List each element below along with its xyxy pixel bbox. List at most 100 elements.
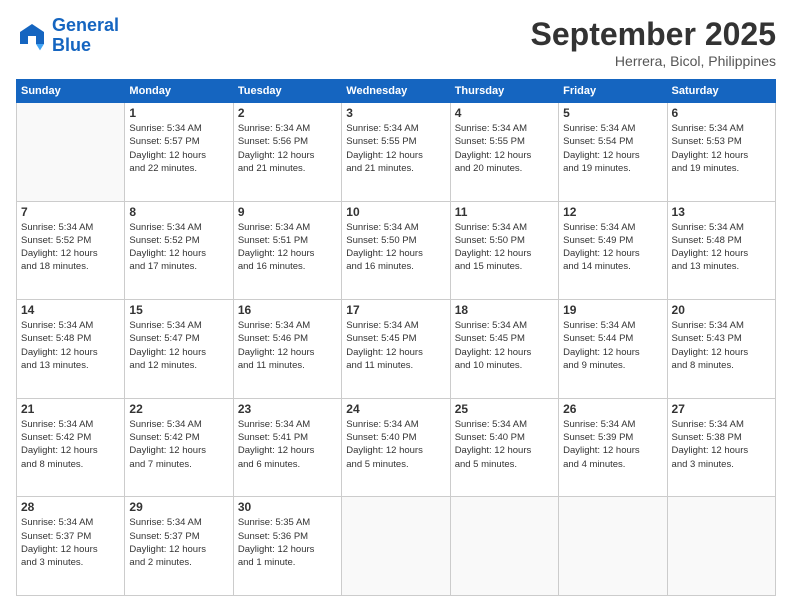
page: General Blue September 2025 Herrera, Bic… bbox=[0, 0, 792, 612]
day-info: Sunrise: 5:34 AM Sunset: 5:41 PM Dayligh… bbox=[238, 418, 337, 471]
calendar-cell: 29 Sunrise: 5:34 AM Sunset: 5:37 PM Dayli… bbox=[125, 497, 233, 596]
day-number: 19 bbox=[563, 303, 662, 317]
main-title: September 2025 bbox=[531, 16, 776, 53]
calendar-cell: 19 Sunrise: 5:34 AM Sunset: 5:44 PM Dayli… bbox=[559, 300, 667, 399]
day-info: Sunrise: 5:34 AM Sunset: 5:46 PM Dayligh… bbox=[238, 319, 337, 372]
calendar-cell bbox=[17, 103, 125, 202]
day-info: Sunrise: 5:34 AM Sunset: 5:40 PM Dayligh… bbox=[455, 418, 554, 471]
calendar-cell: 28Sunrise: 5:34 AM Sunset: 5:37 PM Dayli… bbox=[17, 497, 125, 596]
calendar-cell: 10Sunrise: 5:34 AM Sunset: 5:50 PM Dayli… bbox=[342, 201, 450, 300]
day-info: Sunrise: 5:34 AM Sunset: 5:49 PM Dayligh… bbox=[563, 221, 662, 274]
day-info: Sunrise: 5:34 AM Sunset: 5:40 PM Dayligh… bbox=[346, 418, 445, 471]
day-number: 27 bbox=[672, 402, 771, 416]
calendar-cell: 26 Sunrise: 5:34 AM Sunset: 5:39 PM Dayli… bbox=[559, 398, 667, 497]
day-info: Sunrise: 5:34 AM Sunset: 5:38 PM Dayligh… bbox=[672, 418, 771, 471]
day-number: 25 bbox=[455, 402, 554, 416]
day-number: 28 bbox=[21, 500, 120, 514]
calendar-week-5: 28 Sunrise: 5:34 AM Sunset: 5:37 PM Dayli… bbox=[17, 497, 776, 596]
calendar-cell: 6Sunrise: 5:34 AM Sunset: 5:53 PM Daylig… bbox=[667, 103, 775, 202]
day-info: Sunrise: 5:34 AM Sunset: 5:50 PM Dayligh… bbox=[455, 221, 554, 274]
day-number: 20 bbox=[672, 303, 771, 317]
day-number: 2 bbox=[238, 106, 337, 120]
calendar-week-3: 14 Sunrise: 5:34 AM Sunset: 5:48 PM Dayli… bbox=[17, 300, 776, 399]
day-number: 7 bbox=[21, 205, 120, 219]
logo-text: General Blue bbox=[52, 16, 119, 56]
day-number: 30 bbox=[238, 500, 337, 514]
day-number: 24 bbox=[346, 402, 445, 416]
day-info: Sunrise: 5:34 AM Sunset: 5:39 PM Dayligh… bbox=[563, 418, 662, 471]
day-info: Sunrise: 5:34 AM Sunset: 5:37 PM Dayligh… bbox=[129, 516, 228, 569]
day-info: Sunrise: 5:34 AM Sunset: 5:48 PM Dayligh… bbox=[21, 319, 120, 372]
day-info: Sunrise: 5:34 AM Sunset: 5:42 PM Dayligh… bbox=[129, 418, 228, 471]
day-number: 16 bbox=[238, 303, 337, 317]
day-number: 5 bbox=[563, 106, 662, 120]
calendar-cell: 24 Sunrise: 5:34 AM Sunset: 5:40 PM Dayli… bbox=[342, 398, 450, 497]
calendar-header-sunday: Sunday bbox=[17, 80, 125, 103]
calendar-cell bbox=[667, 497, 775, 596]
calendar-cell: 5 Sunrise: 5:34 AM Sunset: 5:54 PM Daylig… bbox=[559, 103, 667, 202]
day-info: Sunrise: 5:34 AM Sunset: 5:43 PM Dayligh… bbox=[672, 319, 771, 372]
title-block: September 2025 Herrera, Bicol, Philippin… bbox=[531, 16, 776, 69]
calendar-cell: 13Sunrise: 5:34 AM Sunset: 5:48 PM Dayli… bbox=[667, 201, 775, 300]
day-number: 22 bbox=[129, 402, 228, 416]
calendar-cell: 15 Sunrise: 5:34 AM Sunset: 5:47 PM Dayli… bbox=[125, 300, 233, 399]
logo-icon bbox=[16, 20, 48, 52]
calendar-cell: 8 Sunrise: 5:34 AM Sunset: 5:52 PM Daylig… bbox=[125, 201, 233, 300]
calendar-header-friday: Friday bbox=[559, 80, 667, 103]
day-number: 14 bbox=[21, 303, 120, 317]
day-number: 23 bbox=[238, 402, 337, 416]
calendar-cell: 12 Sunrise: 5:34 AM Sunset: 5:49 PM Dayli… bbox=[559, 201, 667, 300]
day-number: 12 bbox=[563, 205, 662, 219]
day-info: Sunrise: 5:34 AM Sunset: 5:50 PM Dayligh… bbox=[346, 221, 445, 274]
calendar-header-thursday: Thursday bbox=[450, 80, 558, 103]
calendar-cell bbox=[450, 497, 558, 596]
calendar-week-2: 7 Sunrise: 5:34 AM Sunset: 5:52 PM Daylig… bbox=[17, 201, 776, 300]
day-number: 4 bbox=[455, 106, 554, 120]
day-number: 11 bbox=[455, 205, 554, 219]
day-number: 18 bbox=[455, 303, 554, 317]
calendar-cell: 14 Sunrise: 5:34 AM Sunset: 5:48 PM Dayli… bbox=[17, 300, 125, 399]
calendar-header-tuesday: Tuesday bbox=[233, 80, 341, 103]
day-number: 17 bbox=[346, 303, 445, 317]
day-info: Sunrise: 5:34 AM Sunset: 5:55 PM Dayligh… bbox=[346, 122, 445, 175]
calendar-cell: 25 Sunrise: 5:34 AM Sunset: 5:40 PM Dayli… bbox=[450, 398, 558, 497]
calendar-cell: 22 Sunrise: 5:34 AM Sunset: 5:42 PM Dayli… bbox=[125, 398, 233, 497]
calendar-header-wednesday: Wednesday bbox=[342, 80, 450, 103]
calendar-cell bbox=[342, 497, 450, 596]
day-info: Sunrise: 5:34 AM Sunset: 5:42 PM Dayligh… bbox=[21, 418, 120, 471]
calendar-cell: 18Sunrise: 5:34 AM Sunset: 5:45 PM Dayli… bbox=[450, 300, 558, 399]
day-info: Sunrise: 5:34 AM Sunset: 5:47 PM Dayligh… bbox=[129, 319, 228, 372]
day-number: 21 bbox=[21, 402, 120, 416]
calendar-cell: 21 Sunrise: 5:34 AM Sunset: 5:42 PM Dayli… bbox=[17, 398, 125, 497]
calendar-cell: 27 Sunrise: 5:34 AM Sunset: 5:38 PM Dayli… bbox=[667, 398, 775, 497]
calendar-header-row: SundayMondayTuesdayWednesdayThursdayFrid… bbox=[17, 80, 776, 103]
calendar-cell: 23 Sunrise: 5:34 AM Sunset: 5:41 PM Dayli… bbox=[233, 398, 341, 497]
day-info: Sunrise: 5:34 AM Sunset: 5:52 PM Dayligh… bbox=[129, 221, 228, 274]
day-number: 29 bbox=[129, 500, 228, 514]
day-info: Sunrise: 5:34 AM Sunset: 5:45 PM Dayligh… bbox=[346, 319, 445, 372]
calendar-cell: 3 Sunrise: 5:34 AM Sunset: 5:55 PM Daylig… bbox=[342, 103, 450, 202]
day-number: 8 bbox=[129, 205, 228, 219]
day-info: Sunrise: 5:34 AM Sunset: 5:52 PM Dayligh… bbox=[21, 221, 120, 274]
calendar-cell: 4Sunrise: 5:34 AM Sunset: 5:55 PM Daylig… bbox=[450, 103, 558, 202]
logo-general: General bbox=[52, 15, 119, 35]
subtitle: Herrera, Bicol, Philippines bbox=[531, 53, 776, 69]
calendar-week-4: 21 Sunrise: 5:34 AM Sunset: 5:42 PM Dayli… bbox=[17, 398, 776, 497]
calendar-cell: 9Sunrise: 5:34 AM Sunset: 5:51 PM Daylig… bbox=[233, 201, 341, 300]
calendar-cell: 7 Sunrise: 5:34 AM Sunset: 5:52 PM Daylig… bbox=[17, 201, 125, 300]
day-info: Sunrise: 5:34 AM Sunset: 5:44 PM Dayligh… bbox=[563, 319, 662, 372]
day-info: Sunrise: 5:34 AM Sunset: 5:53 PM Dayligh… bbox=[672, 122, 771, 175]
calendar-header-saturday: Saturday bbox=[667, 80, 775, 103]
calendar-cell: 30Sunrise: 5:35 AM Sunset: 5:36 PM Dayli… bbox=[233, 497, 341, 596]
day-number: 1 bbox=[129, 106, 228, 120]
day-info: Sunrise: 5:34 AM Sunset: 5:57 PM Dayligh… bbox=[129, 122, 228, 175]
day-number: 26 bbox=[563, 402, 662, 416]
day-number: 3 bbox=[346, 106, 445, 120]
calendar-cell bbox=[559, 497, 667, 596]
calendar-table: SundayMondayTuesdayWednesdayThursdayFrid… bbox=[16, 79, 776, 596]
day-number: 9 bbox=[238, 205, 337, 219]
calendar-cell: 16 Sunrise: 5:34 AM Sunset: 5:46 PM Dayli… bbox=[233, 300, 341, 399]
day-info: Sunrise: 5:34 AM Sunset: 5:54 PM Dayligh… bbox=[563, 122, 662, 175]
logo-blue: Blue bbox=[52, 35, 91, 55]
day-number: 15 bbox=[129, 303, 228, 317]
